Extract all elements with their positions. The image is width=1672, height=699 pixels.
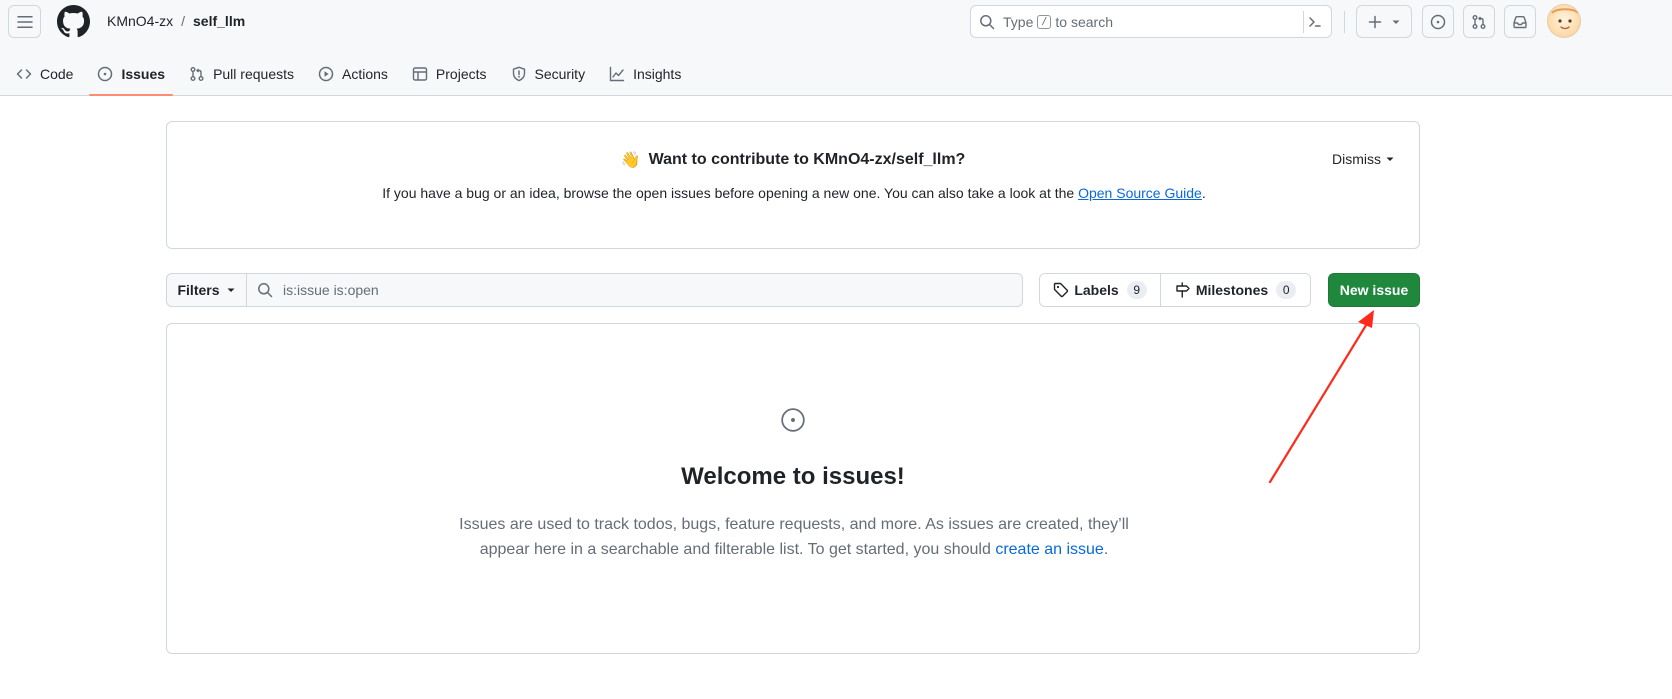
- banner-text-before: If you have a bug or an idea, browse the…: [382, 185, 1079, 201]
- plus-icon: [1368, 15, 1382, 28]
- issues-filter-bar: Filters is:issue is:open: [166, 273, 1023, 307]
- wave-emoji-icon: 👋: [620, 152, 641, 169]
- code-icon: [16, 69, 32, 79]
- filters-dropdown-button[interactable]: Filters: [166, 273, 247, 307]
- labels-button[interactable]: Labels 9: [1040, 274, 1161, 306]
- breadcrumb-separator: /: [181, 13, 186, 29]
- search-icon: [980, 14, 995, 29]
- triangle-down-icon: [1392, 20, 1400, 24]
- blankslate-text-after: .: [1103, 541, 1109, 558]
- tab-insights-label: Insights: [633, 66, 682, 82]
- search-placeholder-suffix: to search: [1055, 13, 1113, 30]
- issues-search-input[interactable]: is:issue is:open: [247, 273, 1023, 307]
- dismiss-button[interactable]: Dismiss: [1332, 151, 1395, 167]
- breadcrumb: KMnO4-zx / self_llm: [107, 13, 245, 29]
- tab-code-label: Code: [40, 66, 74, 82]
- repo-name-link[interactable]: self_llm: [193, 13, 245, 29]
- filters-label: Filters: [177, 282, 220, 298]
- issue-opened-icon: [98, 66, 113, 82]
- tab-code[interactable]: Code: [8, 52, 81, 96]
- triangle-down-icon: [227, 288, 234, 292]
- git-pull-request-icon: [1472, 14, 1486, 29]
- dismiss-label: Dismiss: [1332, 151, 1381, 167]
- milestones-count-badge: 0: [1276, 281, 1297, 299]
- create-an-issue-link[interactable]: create an issue: [995, 541, 1104, 558]
- search-input[interactable]: Type / to search: [970, 5, 1332, 38]
- github-logo-icon[interactable]: [57, 5, 90, 38]
- issue-opened-icon: [1430, 14, 1446, 29]
- banner-title-text: Want to contribute to KMnO4-zx/self_llm?: [648, 151, 966, 168]
- tag-icon: [1054, 282, 1069, 298]
- banner-text-after: .: [1201, 185, 1206, 201]
- tab-projects[interactable]: Projects: [404, 52, 495, 96]
- search-icon: [258, 283, 273, 298]
- avatar-image-icon: [1551, 8, 1579, 30]
- create-new-button[interactable]: [1356, 5, 1412, 38]
- labels-count-badge: 9: [1126, 281, 1147, 299]
- tab-issues-label: Issues: [121, 66, 166, 82]
- issues-blankslate: Welcome to issues! Issues are used to tr…: [166, 323, 1420, 654]
- user-avatar[interactable]: [1547, 4, 1581, 38]
- issues-search-query: is:issue is:open: [283, 282, 379, 298]
- repo-owner-link[interactable]: KMnO4-zx: [107, 13, 173, 29]
- contribute-banner: 👋 Want to contribute to KMnO4-zx/self_ll…: [166, 121, 1420, 249]
- play-icon: [318, 66, 334, 82]
- banner-description: If you have a bug or an idea, browse the…: [377, 182, 1211, 204]
- tab-issues[interactable]: Issues: [89, 52, 173, 96]
- blankslate-description: Issues are used to track todos, bugs, fe…: [444, 512, 1144, 562]
- annotation-arrow-icon: [1268, 310, 1374, 484]
- tab-actions-label: Actions: [342, 66, 388, 82]
- open-menu-button[interactable]: [8, 5, 41, 38]
- tab-security-label: Security: [534, 66, 586, 82]
- app-header: KMnO4-zx / self_llm Type / to search Cod…: [0, 0, 1672, 96]
- milestones-label: Milestones: [1195, 282, 1269, 298]
- tab-pull-requests[interactable]: Pull requests: [181, 52, 302, 96]
- header-divider: [1344, 11, 1345, 33]
- command-palette-button[interactable]: [1303, 11, 1325, 33]
- search-shortcut-key: /: [1037, 14, 1052, 29]
- inbox-icon: [1513, 15, 1527, 28]
- tab-projects-label: Projects: [435, 66, 487, 82]
- hamburger-icon: [16, 15, 33, 28]
- tab-insights[interactable]: Insights: [601, 52, 689, 96]
- inbox-button[interactable]: [1504, 5, 1536, 38]
- graph-icon: [609, 66, 625, 82]
- tab-actions[interactable]: Actions: [310, 52, 396, 96]
- search-placeholder-prefix: Type: [1003, 13, 1034, 30]
- open-source-guide-link[interactable]: Open Source Guide: [1078, 185, 1202, 201]
- table-icon: [412, 67, 428, 81]
- blankslate-title: Welcome to issues!: [681, 463, 905, 490]
- repo-nav: Code Issues Pull requests Actions Projec…: [0, 52, 693, 96]
- git-pull-request-icon: [190, 67, 204, 81]
- issue-opened-icon: [781, 408, 805, 432]
- banner-title: 👋 Want to contribute to KMnO4-zx/self_ll…: [167, 150, 1419, 170]
- tab-pull-requests-label: Pull requests: [213, 66, 294, 82]
- milestone-icon: [1176, 282, 1190, 298]
- tab-security[interactable]: Security: [503, 52, 594, 96]
- your-issues-button[interactable]: [1422, 5, 1454, 38]
- shield-icon: [512, 66, 525, 82]
- labels-label: Labels: [1074, 282, 1119, 298]
- triangle-down-icon: [1386, 157, 1394, 161]
- your-pull-requests-button[interactable]: [1463, 5, 1495, 38]
- terminal-icon: [1308, 17, 1321, 27]
